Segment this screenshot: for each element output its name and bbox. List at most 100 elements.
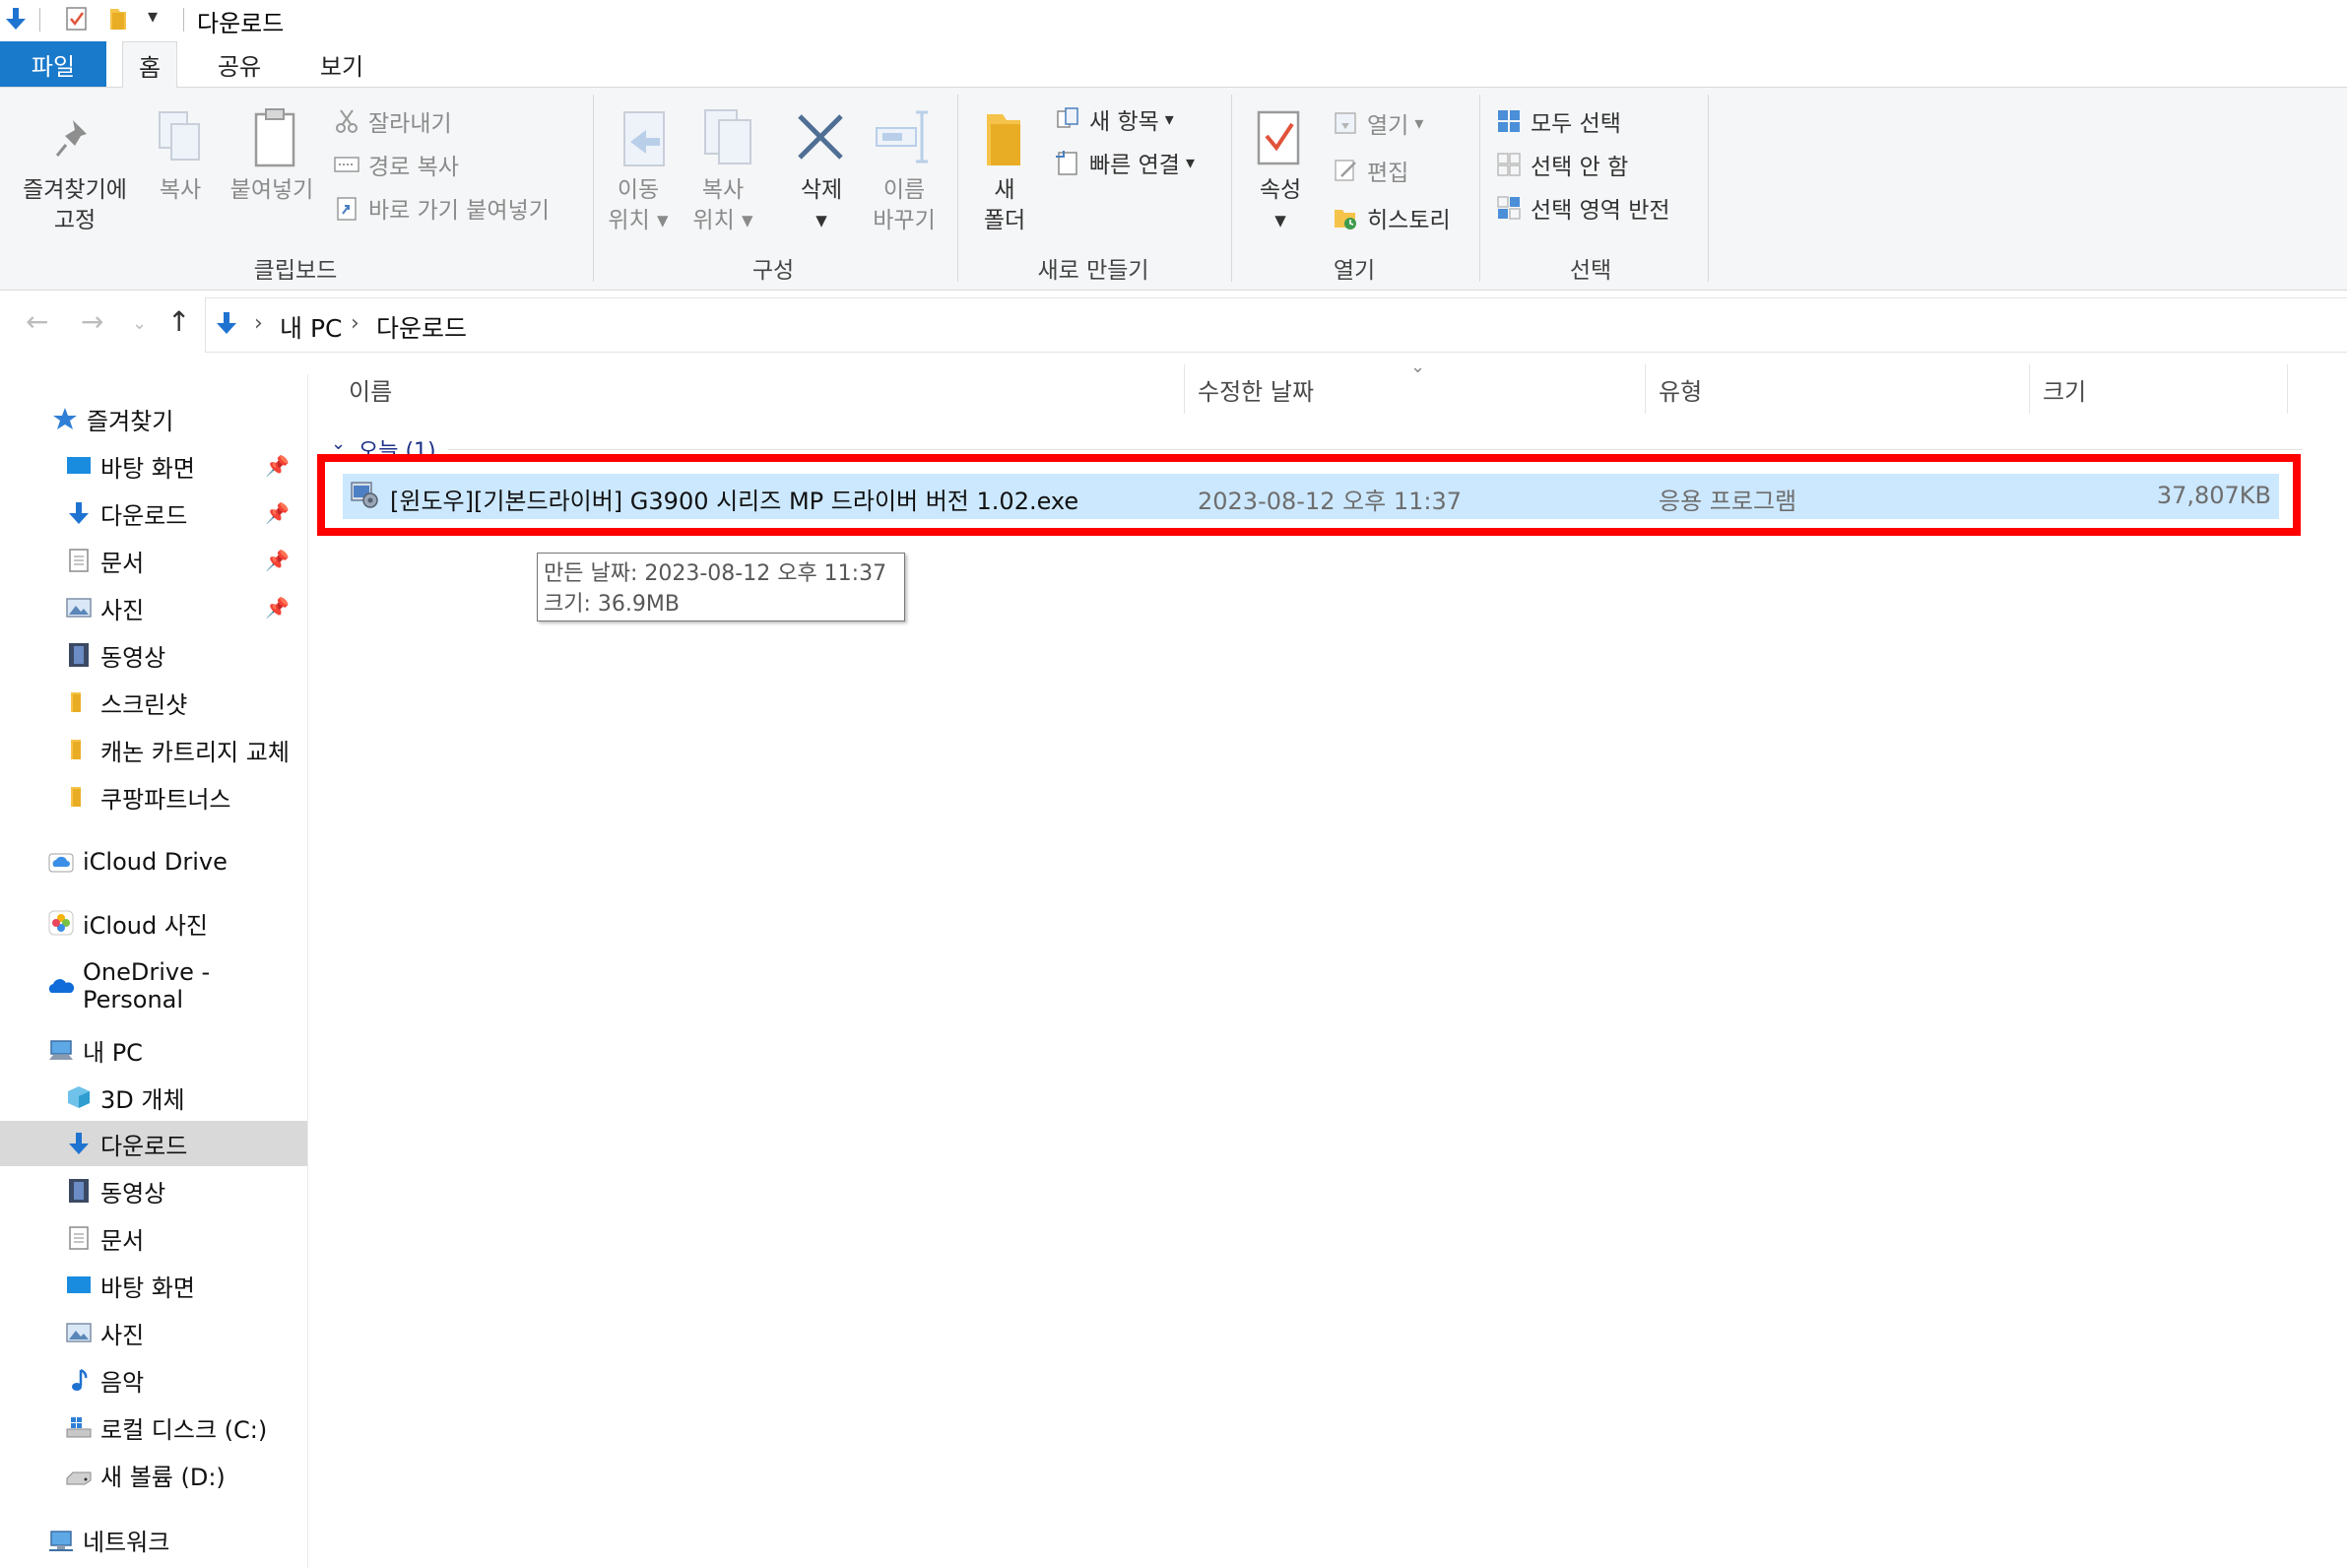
move-to-icon bbox=[623, 111, 665, 166]
paste-button[interactable]: 붙여넣기 bbox=[223, 175, 321, 206]
nav-item-desktop[interactable]: 바탕 화면 bbox=[0, 1263, 307, 1308]
properties-check-icon[interactable] bbox=[63, 5, 91, 33]
download-arrow-icon[interactable] bbox=[2, 5, 30, 33]
network-icon bbox=[49, 1531, 73, 1551]
address-box[interactable] bbox=[205, 297, 2347, 353]
rename-button[interactable]: 이름 바꾸기 bbox=[857, 175, 951, 236]
pin-to-quick-access-button[interactable]: 즐겨찾기에 고정 bbox=[6, 175, 144, 236]
tab-view[interactable]: 보기 bbox=[309, 41, 374, 87]
nav-item-new-volume-d[interactable]: 새 볼륨 (D:) bbox=[0, 1452, 307, 1497]
copy-button[interactable]: 복사 bbox=[148, 175, 213, 206]
group-collapse-chevron-icon[interactable]: ⌄ bbox=[331, 433, 346, 454]
pictures-icon bbox=[66, 598, 92, 618]
download-folder-icon bbox=[217, 312, 236, 334]
move-to-button[interactable]: 이동 위치 ▾ bbox=[597, 175, 680, 236]
nav-item-3d-objects[interactable]: 3D 개체 bbox=[0, 1075, 307, 1120]
new-item-button[interactable]: 새 항목 ▾ bbox=[1054, 102, 1174, 136]
rename-label-line1: 이름 bbox=[882, 177, 926, 203]
nav-item-downloads[interactable]: 다운로드 📌 bbox=[0, 490, 307, 536]
select-none-button[interactable]: 선택 안 함 bbox=[1495, 148, 1628, 181]
tab-share[interactable]: 공유 bbox=[207, 41, 272, 87]
back-arrow-icon[interactable]: ← bbox=[26, 305, 48, 338]
rename-icon bbox=[876, 110, 928, 163]
3d-cube-icon bbox=[68, 1086, 90, 1108]
breadcrumb-separator-icon[interactable]: › bbox=[351, 311, 359, 336]
nav-item-pictures[interactable]: 사진 bbox=[0, 1310, 307, 1355]
pinned-icon[interactable]: 📌 bbox=[265, 501, 290, 525]
breadcrumb-this-pc[interactable]: 내 PC bbox=[280, 309, 342, 345]
copy-path-icon bbox=[334, 157, 359, 172]
nav-this-pc[interactable]: 내 PC bbox=[0, 1027, 307, 1073]
properties-button[interactable]: 속성 ▾ bbox=[1243, 175, 1318, 236]
column-header-name[interactable]: 이름 bbox=[349, 366, 1176, 412]
select-none-label: 선택 안 함 bbox=[1531, 155, 1629, 180]
nav-icloud-drive[interactable]: iCloud Drive bbox=[0, 839, 307, 884]
select-all-button[interactable]: 모두 선택 bbox=[1495, 104, 1621, 138]
delete-button[interactable]: 삭제 ▾ bbox=[782, 175, 861, 236]
forward-arrow-icon[interactable]: → bbox=[81, 305, 103, 338]
nav-item-documents[interactable]: 문서 bbox=[0, 1215, 307, 1261]
new-folder-label-line2: 폴더 bbox=[983, 208, 1026, 233]
nav-item-screenshots[interactable]: 스크린샷 bbox=[0, 680, 307, 725]
nav-item-pictures[interactable]: 사진 📌 bbox=[0, 585, 307, 630]
column-divider[interactable] bbox=[1184, 364, 1185, 414]
new-folder-icon[interactable] bbox=[104, 5, 132, 33]
copy-path-button[interactable]: 경로 복사 bbox=[333, 148, 459, 181]
breadcrumb-downloads[interactable]: 다운로드 bbox=[376, 309, 467, 345]
nav-item-videos[interactable]: 동영상 bbox=[0, 632, 307, 678]
folder-icon bbox=[71, 787, 81, 807]
history-button[interactable]: 히스토리 bbox=[1332, 201, 1451, 234]
nav-item-label: 문서 bbox=[100, 1226, 145, 1255]
quick-access-dropdown-icon[interactable]: ▾ bbox=[148, 4, 158, 28]
nav-item-label: 문서 bbox=[100, 549, 145, 577]
recent-locations-chevron-icon[interactable]: ⌄ bbox=[132, 313, 147, 334]
nav-item-downloads-selected[interactable]: 다운로드 bbox=[0, 1121, 307, 1166]
nav-item-videos[interactable]: 동영상 bbox=[0, 1168, 307, 1213]
toolbar-divider bbox=[39, 8, 40, 32]
column-header-type[interactable]: 유형 bbox=[1659, 366, 2023, 412]
nav-item-documents[interactable]: 문서 📌 bbox=[0, 538, 307, 583]
nav-quick-access[interactable]: 즐겨찾기 bbox=[0, 396, 307, 441]
pinned-icon[interactable]: 📌 bbox=[265, 454, 290, 478]
copy-to-button[interactable]: 복사 위치 ▾ bbox=[682, 175, 764, 236]
invert-selection-button[interactable]: 선택 영역 반전 bbox=[1495, 191, 1670, 225]
column-header-size[interactable]: 크기 bbox=[2043, 366, 2279, 412]
column-divider[interactable] bbox=[1645, 364, 1646, 414]
nav-icloud-photos[interactable]: iCloud 사진 bbox=[0, 900, 307, 946]
edit-label: 편집 bbox=[1367, 161, 1409, 186]
film-strip-icon bbox=[69, 1179, 89, 1203]
paste-shortcut-button[interactable]: 바로 가기 붙여넣기 bbox=[333, 191, 550, 225]
nav-onedrive[interactable]: OneDrive - Personal bbox=[0, 958, 307, 1013]
column-divider[interactable] bbox=[2287, 364, 2288, 414]
up-arrow-icon[interactable]: ↑ bbox=[167, 305, 190, 338]
select-group-label: 선택 bbox=[1569, 258, 1612, 284]
new-folder-large-icon bbox=[987, 114, 1020, 165]
column-divider[interactable] bbox=[2029, 364, 2030, 414]
pin-icon bbox=[55, 120, 87, 157]
nav-network[interactable]: 네트워크 bbox=[0, 1517, 307, 1562]
tab-home[interactable]: 홈 bbox=[122, 41, 177, 89]
edit-button[interactable]: 편집 bbox=[1332, 154, 1408, 187]
new-item-label: 새 항목 bbox=[1089, 109, 1159, 135]
nav-item-coupang-partners[interactable]: 쿠팡파트너스 bbox=[0, 774, 307, 819]
easy-access-button[interactable]: 빠른 연결 ▾ bbox=[1054, 146, 1195, 179]
invert-selection-label: 선택 영역 반전 bbox=[1531, 198, 1670, 224]
open-icon bbox=[1335, 112, 1356, 134]
nav-item-desktop[interactable]: 바탕 화면 📌 bbox=[0, 443, 307, 489]
nav-item-music[interactable]: 음악 bbox=[0, 1357, 307, 1403]
easy-access-label: 빠른 연결 bbox=[1089, 153, 1180, 178]
column-header-modified[interactable]: 수정한 날짜 bbox=[1198, 366, 1641, 412]
nav-item-canon-cartridge[interactable]: 캐논 카트리지 교체 bbox=[0, 727, 307, 772]
document-icon bbox=[69, 549, 89, 572]
nav-item-local-disk-c[interactable]: 로컬 디스크 (C:) bbox=[0, 1405, 307, 1450]
nav-icloud-photos-label: iCloud 사진 bbox=[83, 911, 209, 940]
cut-button[interactable]: 잘라내기 bbox=[333, 104, 452, 138]
nav-item-label: 다운로드 bbox=[100, 1132, 188, 1160]
tab-file[interactable]: 파일 bbox=[0, 41, 106, 87]
breadcrumb-separator-icon[interactable]: › bbox=[254, 311, 263, 336]
nav-item-label: 캐논 카트리지 교체 bbox=[100, 738, 290, 766]
open-button[interactable]: 열기 ▾ bbox=[1332, 106, 1423, 140]
pinned-icon[interactable]: 📌 bbox=[265, 549, 290, 572]
new-folder-button[interactable]: 새 폴더 bbox=[965, 175, 1044, 236]
pinned-icon[interactable]: 📌 bbox=[265, 596, 290, 620]
